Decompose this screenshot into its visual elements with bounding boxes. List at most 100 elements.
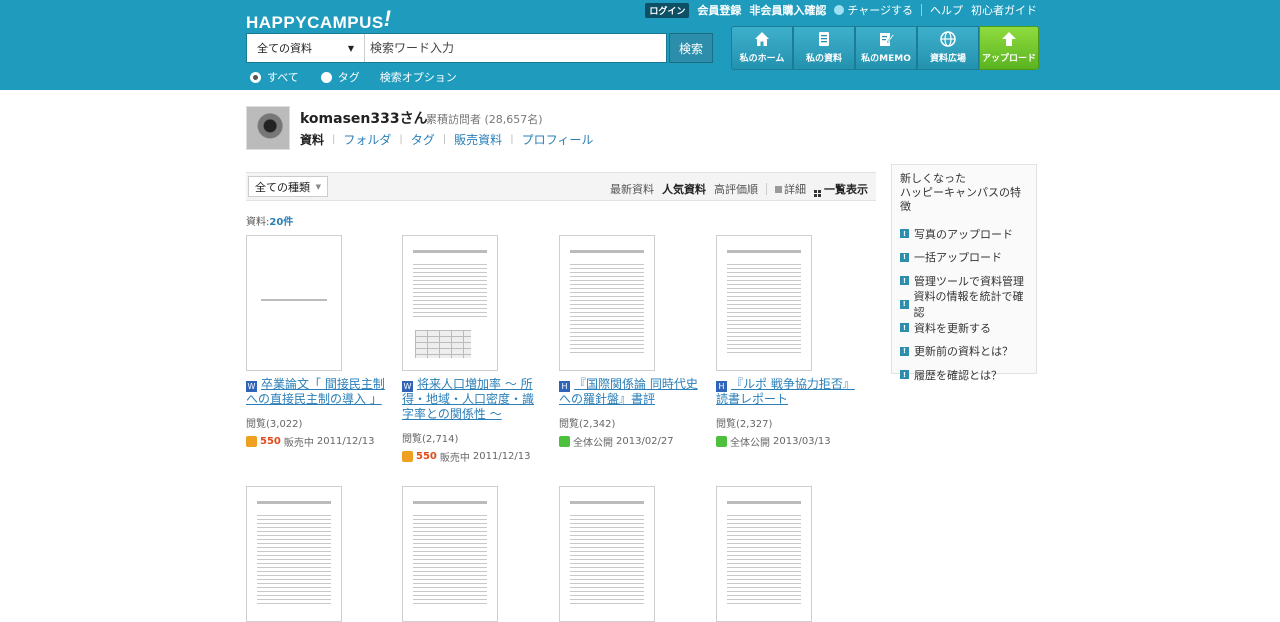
nav-upload[interactable]: アップロード (979, 26, 1039, 70)
upload-arrow-icon (1002, 32, 1016, 46)
nav-my-home[interactable]: 私のホーム (731, 26, 793, 70)
main-nav: 私のホーム 私の資料 私のMEMO 資料広場 アップロード (731, 26, 1039, 70)
document-thumbnail[interactable] (246, 235, 342, 371)
price-icon (402, 451, 413, 462)
help-link[interactable]: ヘルプ (930, 2, 963, 18)
profile-tabs: 資料 | フォルダ | タグ | 販売資料 | プロフィール (300, 131, 594, 148)
sort-options: 最新資料 人気資料 高評価順 詳細 一覧表示 (610, 181, 868, 197)
nav-my-memo[interactable]: 私のMEMO (855, 26, 917, 70)
home-icon (755, 32, 769, 46)
search-category-select[interactable]: 全ての資料 ▼ (247, 34, 365, 62)
public-icon (716, 436, 727, 447)
info-icon: ! (900, 252, 909, 262)
document-thumbnail[interactable] (559, 486, 655, 622)
sidebar-heading: 新しくなった ハッピーキャンパスの特徴 (900, 172, 1021, 213)
site-header: HAPPYCAMPUS! ログイン 会員登録 非会員購入確認 チャージする ヘル… (0, 0, 1280, 90)
document-thumbnail[interactable] (402, 486, 498, 622)
login-link[interactable]: ログイン (645, 2, 690, 18)
public-icon (559, 436, 570, 447)
search-button[interactable]: 検索 (669, 33, 713, 63)
type-select[interactable]: 全ての種類 ▼ (248, 176, 328, 197)
memo-icon (880, 33, 894, 46)
user-name: komasen333さん (300, 111, 428, 127)
sidebar-item[interactable]: ! 資料の情報を統計で確認 (900, 290, 1028, 319)
info-icon: ! (900, 370, 909, 380)
avatar[interactable] (246, 106, 290, 150)
nav-document-plaza[interactable]: 資料広場 (917, 26, 979, 70)
document-meta: 550 販売中 2011/12/13 (246, 434, 396, 449)
sidebar-item[interactable]: ! 履歴を確認とは？ (900, 363, 1028, 387)
document-meta: 550 販売中 2011/12/13 (402, 449, 552, 464)
price-icon (246, 436, 257, 447)
tab-documents[interactable]: 資料 (300, 131, 324, 148)
list-toolbar: 全ての種類 ▼ 最新資料 人気資料 高評価順 詳細 一覧表示 (246, 172, 876, 201)
document-thumbnail[interactable] (716, 235, 812, 371)
document-thumbnail[interactable] (246, 486, 342, 622)
list-item: W 卒業論文「 間接民主制への直接民主制の導入 」 閲覧(3,022) 550 販売… (246, 235, 396, 449)
feature-sidebar: 新しくなった ハッピーキャンパスの特徴 ! 写真のアップロード ! 一括アップロード… (891, 164, 1037, 382)
grid-view-icon (814, 190, 821, 197)
dropdown-arrow-icon: ▼ (315, 182, 321, 191)
site-logo[interactable]: HAPPYCAMPUS! (246, 6, 392, 34)
sort-rating[interactable]: 高評価順 (714, 181, 758, 197)
document-thumbnail[interactable] (559, 235, 655, 371)
list-item (559, 486, 709, 622)
info-icon: ! (900, 346, 909, 356)
hwp-file-icon: H (716, 381, 727, 392)
charge-link[interactable]: チャージする (834, 2, 913, 18)
sort-newest[interactable]: 最新資料 (610, 181, 654, 197)
document-thumbnail[interactable] (716, 486, 812, 622)
document-title[interactable]: W 将来人口増加率 ～ 所得・地域・人口密度・識字率との関係性 ～ (402, 377, 542, 422)
list-item (246, 486, 396, 622)
visitor-count: 累積訪問者 (28,657名) (426, 113, 543, 126)
tab-tags[interactable]: タグ (411, 131, 435, 148)
search-scope: すべて タグ 検索オプション (250, 69, 457, 85)
view-list[interactable]: 一覧表示 (814, 181, 868, 197)
sort-popular[interactable]: 人気資料 (662, 181, 706, 197)
info-icon: ! (900, 323, 909, 333)
divider (921, 4, 922, 16)
document-title[interactable]: H 『国際関係論 同時代史への羅針盤』書評 (559, 377, 699, 407)
search-options-link[interactable]: 検索オプション (380, 69, 457, 85)
info-icon: ! (900, 229, 909, 239)
guest-purchase-link[interactable]: 非会員購入確認 (749, 2, 826, 18)
dropdown-arrow-icon: ▼ (347, 43, 354, 53)
register-link[interactable]: 会員登録 (697, 2, 741, 18)
top-links: ログイン 会員登録 非会員購入確認 チャージする ヘルプ 初心者ガイド (645, 2, 1037, 18)
document-title[interactable]: H 『ルポ 戦争協力拒否』読書レポート (716, 377, 856, 407)
tab-sales[interactable]: 販売資料 (454, 131, 502, 148)
radio-tag[interactable] (320, 71, 332, 83)
document-thumbnail[interactable] (402, 235, 498, 371)
globe-icon (940, 31, 956, 47)
document-title[interactable]: W 卒業論文「 間接民主制への直接民主制の導入 」 (246, 377, 386, 407)
list-item (716, 486, 866, 622)
view-detail[interactable]: 詳細 (775, 181, 806, 197)
sidebar-item[interactable]: ! 写真のアップロード (900, 222, 1028, 246)
nav-my-documents[interactable]: 私の資料 (793, 26, 855, 70)
radio-all[interactable] (250, 71, 261, 83)
list-item: W 将来人口増加率 ～ 所得・地域・人口密度・識字率との関係性 ～ 閲覧(2,71… (402, 235, 552, 464)
document-meta: 全体公開 2013/02/27 (559, 434, 709, 449)
tab-folders[interactable]: フォルダ (343, 131, 391, 148)
search-input[interactable] (365, 34, 666, 62)
search-box: 全ての資料 ▼ (246, 33, 667, 63)
list-view-icon (775, 186, 782, 193)
sidebar-item[interactable]: ! 一括アップロード (900, 246, 1028, 270)
document-icon (819, 32, 829, 46)
view-count: 閲覧(3,022) (246, 419, 303, 430)
list-item: H 『国際関係論 同時代史への羅針盤』書評 閲覧(2,342) 全体公開 2013/… (559, 235, 709, 449)
view-count: 閲覧(2,714) (402, 434, 459, 445)
document-meta: 全体公開 2013/03/13 (716, 434, 866, 449)
word-file-icon: W (402, 381, 413, 392)
list-item (402, 486, 552, 622)
info-icon: ! (900, 299, 909, 309)
beginner-guide-link[interactable]: 初心者ガイド (971, 2, 1037, 18)
tab-profile[interactable]: プロフィール (522, 131, 594, 148)
list-item: H 『ルポ 戦争協力拒否』読書レポート 閲覧(2,327) 全体公開 2013/03… (716, 235, 866, 449)
word-file-icon: W (246, 381, 257, 392)
hwp-file-icon: H (559, 381, 570, 392)
info-icon: ! (900, 276, 909, 286)
coin-icon (834, 5, 845, 15)
view-count: 閲覧(2,327) (716, 419, 773, 430)
sidebar-item[interactable]: ! 更新前の資料とは？ (900, 340, 1028, 364)
